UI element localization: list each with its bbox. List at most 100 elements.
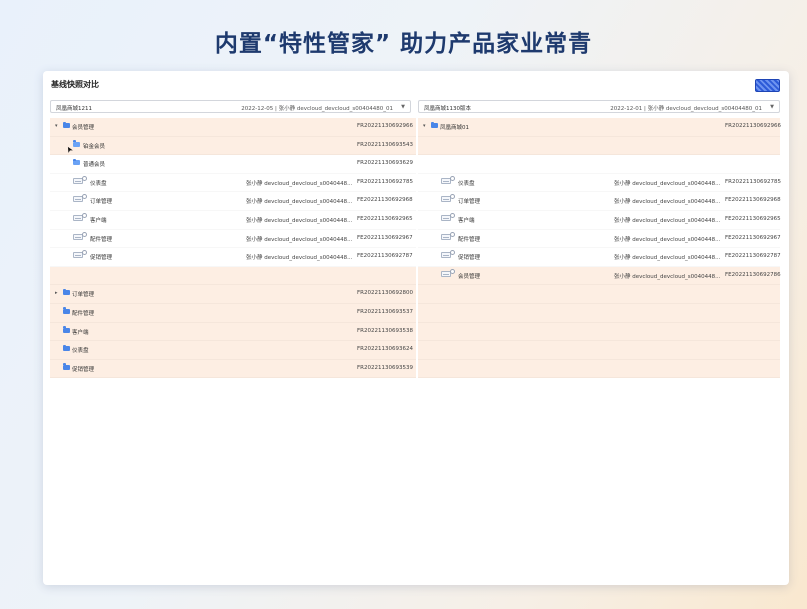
tree-row-owner: 张小静 devcloud_devcloud_s0040448...	[246, 236, 353, 243]
tree-row-label: 客户端	[72, 329, 89, 336]
tree-row-owner: 张小静 devcloud_devcloud_s0040448...	[614, 255, 721, 262]
folder-icon	[73, 158, 80, 166]
tree-row[interactable]: 普通会员 FR20221130693629	[50, 155, 416, 174]
left-baseline-select[interactable]: 凤凰商城1211 2022-12-05 | 张小静 devcloud_devcl…	[50, 100, 411, 113]
tree-row-code: FR20221130693537	[357, 308, 413, 315]
tree-row-code: FE20221130692787	[725, 253, 781, 260]
tree-row-label: 配件管理	[90, 236, 113, 243]
tree-row[interactable]: 订单管理 张小静 devcloud_devcloud_s0040448... FE2…	[50, 192, 416, 211]
tree-row-label: 会员管理	[458, 273, 481, 280]
tree-row[interactable]: ▾ 会员管理 FR20221130692966	[50, 118, 416, 137]
tree-row-code: FE20221130692787	[357, 253, 413, 260]
tree-row[interactable]: 会员管理 张小静 devcloud_devcloud_s0040448... FE2…	[418, 266, 781, 286]
tree-row-label: 凤凰商城01	[440, 125, 469, 131]
tree-row[interactable]: 配件管理 张小静 devcloud_devcloud_s0040448... FE2…	[418, 230, 781, 249]
tree-row-code: FE20221130692965	[725, 215, 781, 222]
tree-row[interactable]: 配件管理 张小静 devcloud_devcloud_s0040448... FE2…	[50, 230, 416, 249]
tree-row[interactable]: 订单管理 张小静 devcloud_devcloud_s0040448... FE2…	[418, 192, 781, 211]
tree-row-label: 铂金会员	[83, 143, 106, 150]
gear-icon	[82, 194, 87, 200]
tree-row	[418, 285, 780, 304]
tree-row	[418, 341, 780, 360]
expand-arrow-icon[interactable]: ▸	[55, 290, 58, 296]
right-feature-tree: ▾ 凤凰商城01 FR20221130692966 仪表盘 张小静 devcloud_d…	[418, 118, 781, 379]
gear-icon	[82, 231, 87, 237]
folder-icon	[63, 288, 70, 296]
folder-icon	[73, 140, 80, 147]
expand-arrow-icon[interactable]: ▾	[423, 123, 426, 129]
folder-icon	[63, 307, 70, 314]
tree-row-label: 会员管理	[72, 125, 95, 131]
tree-row-label: 促销管理	[458, 255, 481, 262]
tree-row	[418, 322, 780, 342]
tree-row	[418, 303, 780, 323]
tree-row-code: FR20221130692966	[357, 123, 413, 129]
gear-icon	[450, 268, 455, 274]
tree-row[interactable]: 仪表盘 张小静 devcloud_devcloud_s0040448... FR20…	[50, 174, 416, 193]
tree-row[interactable]: 仪表盘 张小静 devcloud_devcloud_s0040448... FR20…	[418, 174, 781, 193]
tree-row-label: 仪表盘	[90, 180, 107, 187]
tree-row-code: FR20221130693629	[357, 160, 413, 167]
tree-row[interactable]: 客户端 张小静 devcloud_devcloud_s0040448... FE20…	[418, 211, 781, 230]
tree-row-code: FR20221130692785	[725, 178, 781, 185]
tree-row-owner: 张小静 devcloud_devcloud_s0040448...	[614, 236, 721, 243]
tree-row[interactable]: 促销管理 张小静 devcloud_devcloud_s0040448... FE2…	[50, 248, 416, 267]
baseline-compare-panel: 基线快照对比 凤凰商城1211 2022-12-05 | 张小静 devclou…	[43, 71, 789, 585]
tree-row[interactable]: 客户端 FR20221130693538	[50, 322, 416, 342]
tree-row-code: FE20221130692967	[357, 234, 413, 241]
tree-row-code: FR20221130692785	[357, 178, 413, 185]
panel-title: 基线快照对比	[51, 80, 99, 89]
tree-row-label: 仪表盘	[458, 180, 475, 187]
right-baseline-select[interactable]: 凤凰商城1130版本 2022-12-01 | 张小静 devcloud_dev…	[418, 100, 780, 113]
chevron-down-icon: ▼	[401, 104, 405, 110]
gear-icon	[82, 175, 87, 181]
expand-arrow-icon[interactable]: ▾	[55, 123, 58, 129]
tree-row-label: 客户端	[90, 217, 107, 224]
left-baseline-meta: 2022-12-05 | 张小静 devcloud_devcloud_s0040…	[241, 106, 393, 112]
gear-icon	[450, 194, 455, 200]
chevron-down-icon: ▼	[770, 104, 774, 110]
folder-icon	[63, 121, 70, 128]
tree-row[interactable]: 仪表盘 FR20221130693624	[50, 341, 416, 360]
tree-row[interactable]: 促销管理 张小静 devcloud_devcloud_s0040448... FE2…	[418, 248, 781, 267]
tree-row-code: FR20221130693539	[357, 364, 413, 371]
tree-row[interactable]: 促销管理 FR20221130693539	[50, 359, 416, 379]
tree-row-code: FE20221130692965	[357, 215, 413, 222]
tree-row[interactable]: ▾ 凤凰商城01 FR20221130692966	[418, 118, 781, 137]
tree-row-label: 配件管理	[458, 236, 481, 243]
right-baseline-meta: 2022-12-01 | 张小静 devcloud_devcloud_s0040…	[610, 106, 762, 112]
tree-row-label: 配件管理	[72, 310, 95, 317]
tree-row-owner: 张小静 devcloud_devcloud_s0040448...	[246, 217, 353, 224]
folder-icon	[63, 344, 70, 352]
tree-row-label: 促销管理	[72, 366, 95, 373]
tree-row-code: FE20221130692786	[725, 271, 781, 278]
tree-row	[418, 155, 780, 174]
tree-row-code: FR20221130692800	[357, 290, 413, 297]
headline: 内置“特性管家” 助力产品家业常青	[214, 31, 593, 57]
tree-row[interactable]: 铂金会员 FR20221130693543 ➤	[50, 136, 416, 156]
gear-icon	[450, 175, 455, 181]
tree-row-code: FR20221130693543	[357, 141, 413, 148]
tree-row-owner: 张小静 devcloud_devcloud_s0040448...	[614, 217, 721, 224]
tree-row[interactable]: 配件管理 FR20221130693537	[50, 303, 416, 323]
tree-row-code: FE20221130692967	[725, 234, 781, 241]
tree-row	[418, 136, 780, 156]
tree-row	[50, 266, 416, 286]
tree-row-label: 仪表盘	[72, 348, 89, 355]
right-baseline-name: 凤凰商城1130版本	[424, 106, 471, 112]
tree-row-code: FR20221130693624	[357, 346, 413, 353]
tree-row-owner: 张小静 devcloud_devcloud_s0040448...	[614, 180, 721, 187]
tree-row-label: 促销管理	[90, 255, 113, 262]
export-button[interactable]	[755, 79, 780, 92]
tree-row[interactable]: 客户端 张小静 devcloud_devcloud_s0040448... FE20…	[50, 211, 416, 230]
tree-row[interactable]: ▸ 订单管理 FR20221130692800	[50, 285, 416, 304]
folder-icon	[63, 326, 70, 333]
tree-row-owner: 张小静 devcloud_devcloud_s0040448...	[246, 255, 353, 262]
folder-icon	[431, 121, 438, 128]
tree-row-owner: 张小静 devcloud_devcloud_s0040448...	[246, 180, 353, 187]
tree-row-label: 普通会员	[83, 162, 106, 169]
tree-row	[418, 359, 780, 379]
tree-row-label: 订单管理	[90, 199, 113, 206]
tree-row-code: FE20221130692968	[725, 197, 781, 204]
tree-row-code: FE20221130692968	[357, 197, 413, 204]
